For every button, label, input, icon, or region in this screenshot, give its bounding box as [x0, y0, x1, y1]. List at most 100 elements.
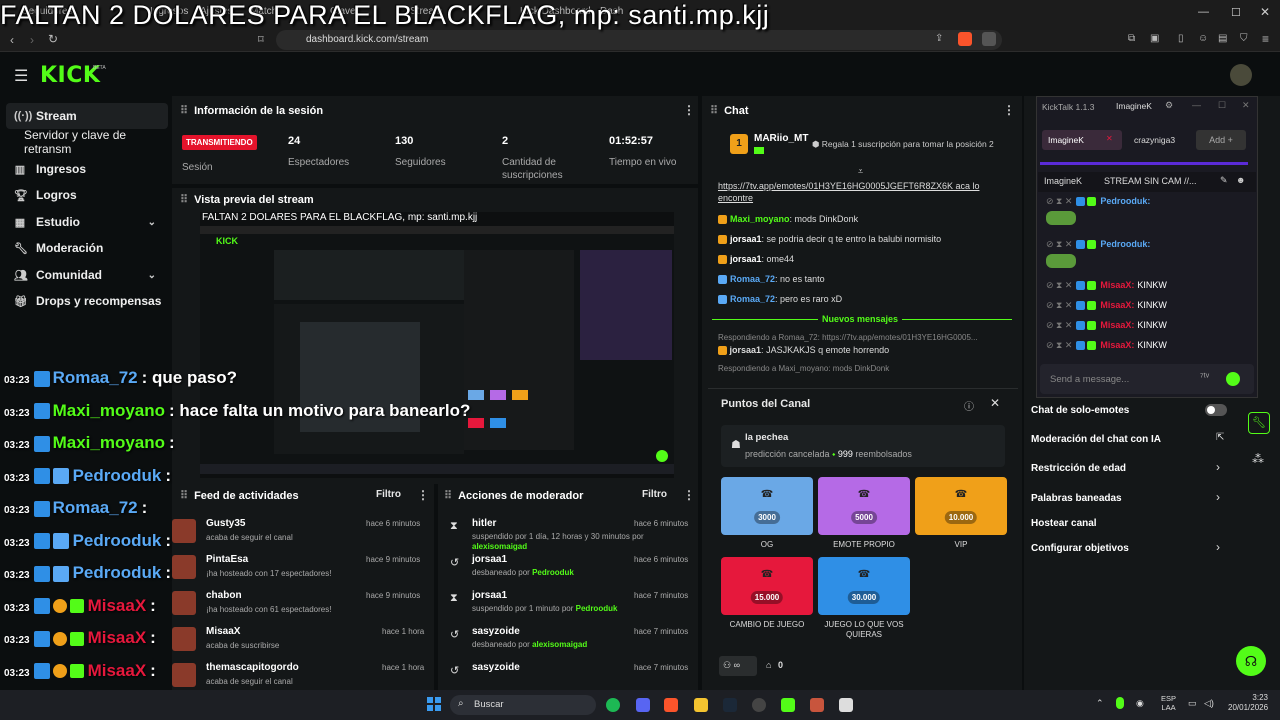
- kick-app-icon[interactable]: [781, 698, 795, 712]
- clock[interactable]: 3:23 20/01/2026: [1228, 693, 1268, 713]
- reward-card[interactable]: ☎ 5000: [818, 477, 910, 535]
- redeem-count[interactable]: ⌂ 0: [766, 660, 783, 670]
- mod-icons[interactable]: ⊘ ⧗ ✕: [1046, 239, 1072, 249]
- pin-icon[interactable]: ⩡: [858, 166, 863, 177]
- chevron-right-icon[interactable]: ›: [1216, 490, 1220, 504]
- maximize-icon[interactable]: ☐: [1218, 100, 1226, 111]
- mod-actor-name[interactable]: Pedrooduk: [576, 604, 618, 613]
- more-options-icon[interactable]: ⋮: [1003, 103, 1015, 117]
- minimize-icon[interactable]: —: [1192, 100, 1201, 110]
- url-text[interactable]: dashboard.kick.com/stream: [306, 34, 428, 45]
- share-icon[interactable]: ⇪: [935, 33, 943, 44]
- language-indicator[interactable]: ESP LAA: [1161, 694, 1176, 712]
- kicktalk-username[interactable]: Pedrooduk:: [1100, 196, 1150, 206]
- feed-item-name[interactable]: chabon: [206, 590, 242, 601]
- kicktalk-user[interactable]: ImagineK: [1116, 101, 1152, 111]
- tab-search-icon[interactable]: ▣: [1150, 33, 1159, 44]
- wrench-icon[interactable]: 🔧︎: [1248, 412, 1270, 434]
- chevron-right-icon[interactable]: ›: [1216, 540, 1220, 554]
- steam-icon[interactable]: [723, 698, 737, 712]
- mod-icons[interactable]: ⊘ ⧗ ✕: [1046, 300, 1072, 310]
- feed-avatar[interactable]: [172, 519, 196, 543]
- external-link-icon[interactable]: ⇱: [1216, 432, 1224, 443]
- mod-actor-name[interactable]: alexisomaigad: [532, 640, 587, 649]
- mod-target-name[interactable]: sasyzoide: [472, 626, 520, 637]
- app-icon[interactable]: [810, 698, 824, 712]
- more-options-icon[interactable]: ⋮: [417, 488, 429, 502]
- windows-start-icon[interactable]: [427, 697, 441, 711]
- gift-cta[interactable]: ⬢ Regala 1 suscripción para tomar la pos…: [812, 139, 994, 150]
- mod-actor-name[interactable]: Pedrooduk: [532, 568, 574, 577]
- maximize-icon[interactable]: ☐: [1231, 6, 1241, 19]
- setting-banned-words[interactable]: Palabras baneadas: [1031, 493, 1122, 504]
- setting-goals[interactable]: Configurar objetivos: [1031, 543, 1129, 554]
- bookmark-icon[interactable]: ⌑: [258, 33, 264, 46]
- chat-username[interactable]: jorsaa1: [730, 254, 762, 264]
- feed-item-name[interactable]: themascapitogordo: [206, 662, 299, 673]
- sidebar-item-comunidad[interactable]: 👥︎ Comunidad ⌄: [0, 262, 170, 288]
- minimize-icon[interactable]: —: [1198, 6, 1209, 18]
- sidebar-item-logros[interactable]: 🏆︎ Logros: [0, 182, 170, 208]
- more-options-icon[interactable]: ⋮: [683, 103, 695, 117]
- taskbar-search[interactable]: [450, 695, 596, 715]
- top-gifter-name[interactable]: MARiio_MT: [754, 133, 808, 144]
- feed-item-name[interactable]: MisaaX: [206, 626, 240, 637]
- mod-target-name[interactable]: hitler: [472, 518, 496, 529]
- rewards-icon[interactable]: [982, 32, 996, 46]
- mod-icons[interactable]: ⊘ ⧗ ✕: [1046, 320, 1072, 330]
- gear-icon[interactable]: ⚙: [1165, 100, 1173, 111]
- emoji-picker-icon[interactable]: [1226, 372, 1240, 386]
- sidebar-item-servidor[interactable]: Servidor y clave de retransm: [0, 128, 170, 156]
- stream-preview[interactable]: FALTAN 2 DOLARES PARA EL BLACKFLAG, mp: …: [200, 212, 674, 478]
- app-tray-icon[interactable]: ◉: [1136, 698, 1144, 709]
- chat-username[interactable]: Maxi_moyano: [730, 214, 790, 224]
- drag-handle-icon[interactable]: ⠿: [444, 489, 452, 502]
- brave-shield-icon[interactable]: [958, 32, 972, 46]
- folder-icon[interactable]: [694, 698, 708, 712]
- sidebar-item-drops[interactable]: 🎁︎ Drops y recompensas: [0, 288, 170, 314]
- sidebar-item-stream[interactable]: ((·)) Stream: [6, 103, 168, 129]
- menu-icon[interactable]: ≡: [1262, 32, 1269, 46]
- volume-icon[interactable]: ◁): [1204, 698, 1214, 709]
- more-options-icon[interactable]: ⋮: [683, 488, 695, 502]
- mod-filter-button[interactable]: Filtro: [642, 489, 667, 500]
- app-icon[interactable]: [752, 698, 766, 712]
- drag-handle-icon[interactable]: ⠿: [710, 104, 718, 117]
- mic-icon[interactable]: [1116, 697, 1124, 709]
- tray-chevron-icon[interactable]: ⌃: [1096, 698, 1104, 709]
- reward-card[interactable]: ☎ 15.000: [721, 557, 813, 615]
- mod-target-name[interactable]: jorsaa1: [472, 554, 507, 565]
- info-icon[interactable]: ⓘ: [964, 398, 974, 413]
- mod-target-name[interactable]: jorsaa1: [472, 590, 507, 601]
- chat-username[interactable]: Romaa_72: [730, 294, 775, 304]
- extensions-icon[interactable]: ⧉: [1128, 33, 1135, 44]
- profile-icon[interactable]: ☺: [1198, 33, 1208, 44]
- kicktalk-tab-2[interactable]: crazyniga3: [1134, 135, 1175, 145]
- setting-age-restriction[interactable]: Restricción de edad: [1031, 463, 1126, 474]
- drag-handle-icon[interactable]: ⠿: [180, 193, 188, 206]
- feed-item-name[interactable]: PintaEsa: [206, 554, 248, 565]
- network-icon[interactable]: ▭: [1188, 698, 1197, 709]
- kick-logo[interactable]: KICK: [40, 63, 100, 88]
- hamburger-menu-icon[interactable]: ☰: [14, 66, 28, 86]
- close-icon[interactable]: ✕: [1242, 100, 1250, 111]
- mod-target-name[interactable]: sasyzoide: [472, 662, 520, 673]
- chat-username[interactable]: jorsaa1: [730, 234, 762, 244]
- spotify-icon[interactable]: [606, 698, 620, 712]
- close-tab-icon[interactable]: ✕: [1106, 134, 1113, 143]
- feed-avatar[interactable]: [172, 555, 196, 579]
- feed-avatar[interactable]: [172, 663, 196, 687]
- reload-icon[interactable]: ↻: [48, 32, 58, 46]
- setting-host-channel[interactable]: Hostear canal: [1031, 518, 1097, 529]
- emote-only-toggle[interactable]: [1205, 404, 1227, 416]
- reward-card[interactable]: ☎ 3000: [721, 477, 813, 535]
- sidebar-item-ingresos[interactable]: ▥ Ingresos: [0, 156, 170, 182]
- kicktalk-username[interactable]: MisaaX:: [1100, 300, 1134, 310]
- drag-handle-icon[interactable]: ⠿: [180, 104, 188, 117]
- apps-icon[interactable]: ⁂: [1252, 452, 1264, 466]
- mod-actor-name[interactable]: alexisomaigad: [472, 542, 527, 551]
- feed-filter-button[interactable]: Filtro: [376, 489, 401, 500]
- kicktalk-input[interactable]: Send a message...: [1050, 374, 1129, 385]
- emote-icon[interactable]: ⁷ᵗᵛ: [1200, 372, 1209, 383]
- reward-card[interactable]: ☎ 30.000: [818, 557, 910, 615]
